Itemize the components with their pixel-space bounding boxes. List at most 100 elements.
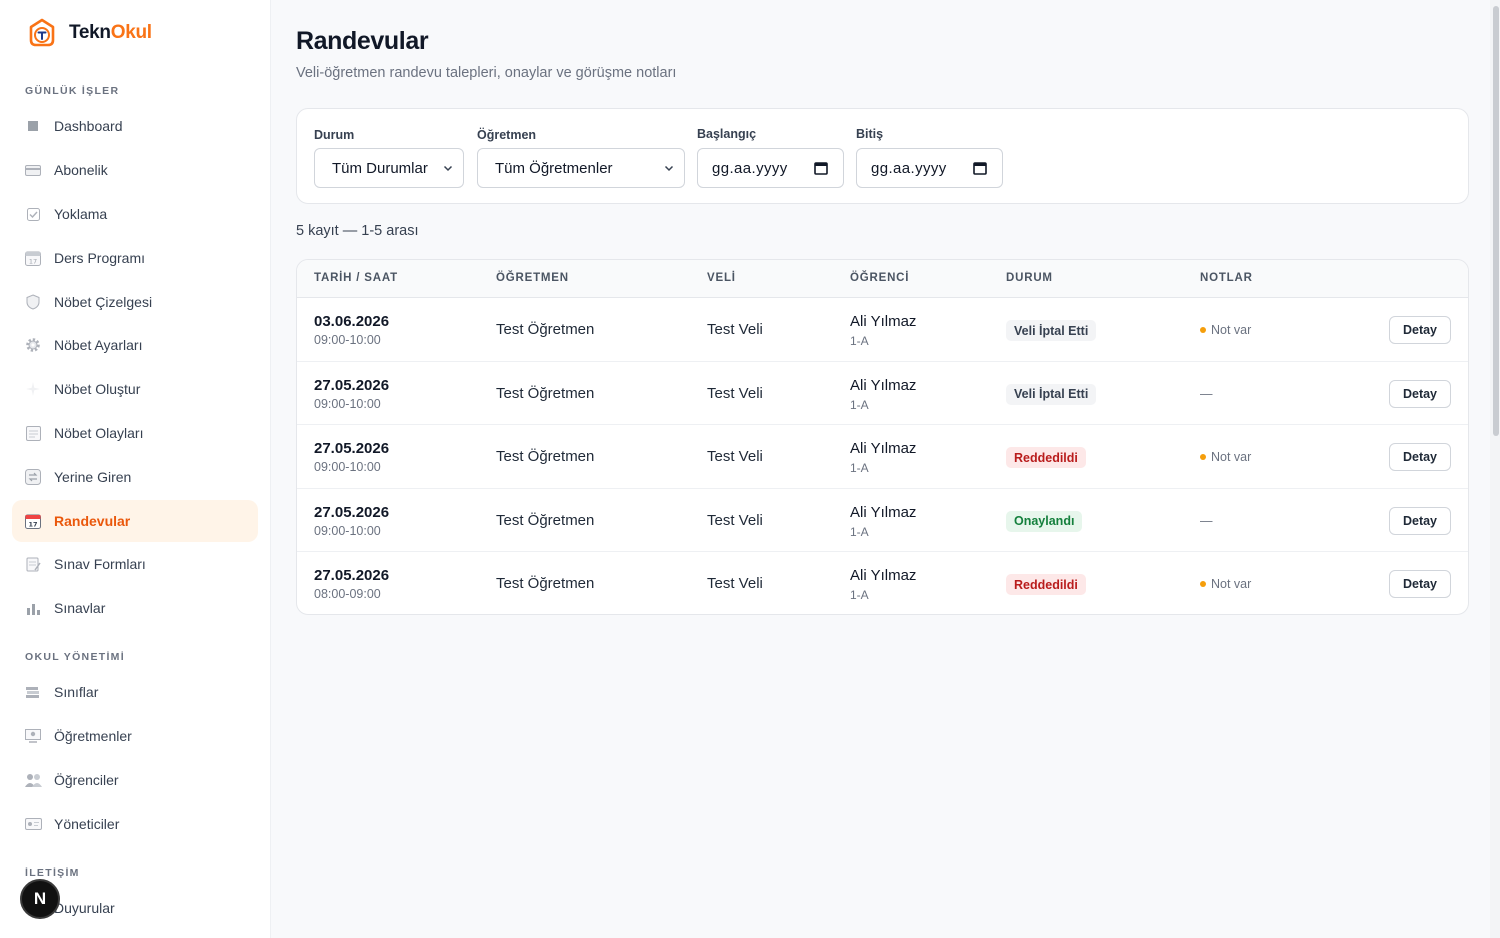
sidebar-item-duty-settings[interactable]: Nöbet Ayarları [12,324,258,366]
end-date-input[interactable]: gg.aa.yyyy [856,148,1003,188]
column-header-student: ÖĞRENCİ [850,272,910,284]
notes-text: Not var [1211,450,1252,464]
appointment-date: 27.05.2026 [314,503,390,521]
books-icon [24,683,42,701]
parent-name: Test Veli [707,448,763,465]
sidebar-item-exams[interactable]: Sınavlar [12,587,258,629]
teacher-select[interactable]: Tüm Öğretmenler [477,148,685,188]
table-row[interactable]: 27.05.2026 09:00-10:00 Test Öğretmen Tes… [297,362,1468,425]
status-select[interactable]: Tüm Durumlar [314,148,464,188]
teacher-name: Test Öğretmen [496,321,595,338]
status-badge: Onaylandı [1006,510,1083,532]
scrollbar-thumb[interactable] [1493,6,1499,436]
floating-action-button[interactable]: N [20,879,60,919]
appointment-time: 09:00-10:00 [314,396,381,411]
appointment-date: 27.05.2026 [314,567,390,584]
notes-text: Not var [1211,577,1252,591]
nav-section-daily: GÜNLÜK İŞLER [25,85,120,97]
checkbox-icon [24,205,42,223]
student-name: Ali Yılmaz [850,440,917,457]
nav-section-school: OKUL YÖNETİMİ [25,651,125,663]
sidebar-item-label: Abonelik [54,162,108,178]
table-row[interactable]: 27.05.2026 09:00-10:00 Test Öğretmen Tes… [297,425,1468,489]
fab-label: N [33,889,47,908]
sidebar-item-substitute[interactable]: Yerine Giren [12,456,258,498]
student-name: Ali Yılmaz [850,503,917,521]
parent-name: Test Veli [707,321,763,338]
sidebar-item-admins[interactable]: Yöneticiler [12,803,258,845]
column-header-parent: VELİ [707,272,736,284]
calendar-icon[interactable] [973,161,987,175]
detail-button[interactable]: Detay [1389,443,1451,471]
sidebar-item-label: Sınıflar [54,684,99,700]
teacher-name: Test Öğretmen [496,384,595,402]
table-row[interactable]: 03.06.2026 09:00-10:00 Test Öğretmen Tes… [297,298,1468,362]
column-header-teacher: ÖĞRETMEN [496,272,569,284]
sidebar-item-label: Sınavlar [54,600,106,616]
appointment-date: 27.05.2026 [314,376,390,394]
detail-button[interactable]: Detay [1389,316,1451,344]
sidebar-item-duty-create[interactable]: Nöbet Oluştur [12,368,258,410]
sidebar-item-exam-forms[interactable]: Sınav Formları [12,543,258,585]
sidebar-item-students[interactable]: Öğrenciler [12,759,258,801]
sidebar-item-dashboard[interactable]: Dashboard [12,105,258,147]
svg-text:17: 17 [28,521,37,529]
notes-cell: — [1200,514,1213,528]
column-header-status: DURUM [1006,272,1053,284]
teacher-name: Test Öğretmen [496,575,595,592]
appointment-time: 09:00-10:00 [314,460,381,474]
gear-icon [24,336,42,354]
student-class: 1-A [850,461,869,475]
chevron-down-icon [443,165,453,172]
status-badge: Reddedildi [1006,574,1086,595]
appointment-date: 03.06.2026 [314,313,390,330]
id-card-icon [24,815,42,833]
brand-logo[interactable]: TeknOkul [28,18,152,48]
teacher-icon [24,727,42,745]
sidebar: TeknOkul GÜNLÜK İŞLER Dashboard Abonelik… [0,0,271,938]
notes-cell: Not var [1200,450,1251,464]
student-name: Ali Yılmaz [850,313,917,330]
sidebar-item-subscription[interactable]: Abonelik [12,149,258,191]
sidebar-item-duty-chart[interactable]: Nöbet Çizelgesi [12,281,258,323]
sidebar-item-attendance[interactable]: Yoklama [12,193,258,235]
column-header-notes: NOTLAR [1200,272,1253,284]
sidebar-item-appointments[interactable]: 17 Randevular [12,500,258,542]
notes-cell: — [1200,387,1213,401]
detail-button[interactable]: Detay [1389,379,1451,408]
table-row[interactable]: 27.05.2026 08:00-09:00 Test Öğretmen Tes… [297,552,1468,614]
start-date-input[interactable]: gg.aa.yyyy [697,148,844,188]
detail-button[interactable]: Detay [1389,506,1451,535]
start-date-label: Başlangıç [697,127,757,141]
teacher-name: Test Öğretmen [496,511,595,529]
student-class: 1-A [850,397,869,412]
detail-button[interactable]: Detay [1389,570,1451,598]
appointment-date: 27.05.2026 [314,440,390,457]
sidebar-item-label: Dashboard [54,118,123,134]
list-icon [24,424,42,442]
card-icon [24,161,42,179]
chevron-down-icon [664,165,674,172]
table-header: TARİH / SAAT ÖĞRETMEN VELİ ÖĞRENCİ DURUM… [297,260,1468,298]
svg-text:17: 17 [29,258,37,266]
table-row[interactable]: 27.05.2026 09:00-10:00 Test Öğretmen Tes… [297,489,1468,552]
appointment-time: 09:00-10:00 [314,333,381,347]
sidebar-item-classes[interactable]: Sınıflar [12,671,258,713]
calendar-icon: 17 [24,249,42,267]
column-header-date: TARİH / SAAT [314,272,398,284]
note-dot-icon [1200,327,1206,333]
sidebar-item-label: Randevular [54,513,131,529]
parent-name: Test Veli [707,511,763,529]
sidebar-item-label: Sınav Formları [54,556,146,572]
users-icon [24,771,42,789]
sparkle-icon [24,380,42,398]
sidebar-item-label: Nöbet Ayarları [54,337,143,353]
sidebar-item-schedule[interactable]: 17 Ders Programı [12,237,258,279]
student-class: 1-A [850,588,869,602]
note-dot-icon [1200,454,1206,460]
sidebar-item-duty-events[interactable]: Nöbet Olayları [12,412,258,454]
calendar-icon[interactable] [814,161,828,175]
end-date-label: Bitiş [856,127,884,141]
square-icon [24,117,42,135]
sidebar-item-teachers[interactable]: Öğretmenler [12,715,258,757]
